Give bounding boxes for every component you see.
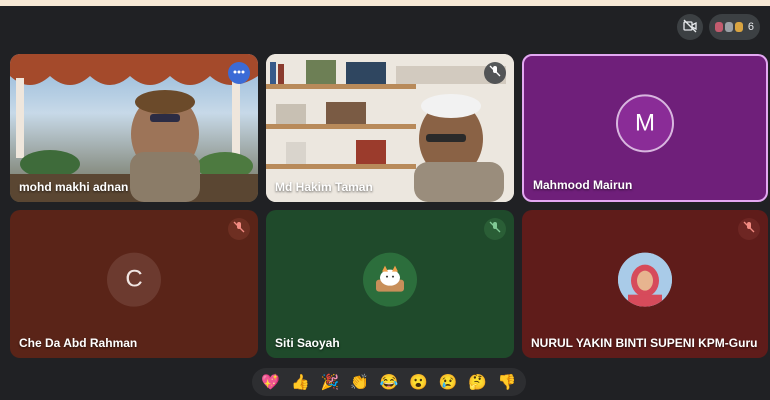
participant-tile[interactable]: M Mahmood Mairun — [522, 54, 768, 202]
avatar: M — [616, 94, 674, 153]
participant-tile[interactable]: Siti Saoyah — [266, 210, 514, 358]
reaction-surprised[interactable]: 😮 — [409, 375, 428, 390]
reaction-laugh[interactable]: 😂 — [380, 375, 399, 390]
audio-level-indicator — [228, 62, 250, 84]
mute-indicator — [738, 218, 760, 240]
participant-tile[interactable]: Md Hakim Taman — [266, 54, 514, 202]
mic-off-icon — [489, 220, 501, 238]
mute-indicator — [484, 218, 506, 240]
reaction-bar: 💖 👍 🎉 👏 😂 😮 😢 🤔 👎 — [252, 368, 526, 396]
reaction-heart[interactable]: 💖 — [261, 375, 280, 390]
participant-tile[interactable]: NURUL YAKIN BINTI SUPENI KPM-Guru — [522, 210, 768, 358]
participant-name: NURUL YAKIN BINTI SUPENI KPM-Guru — [531, 336, 758, 350]
camera-off-button[interactable] — [676, 14, 703, 40]
profile-photo — [618, 252, 672, 307]
mic-off-icon — [489, 64, 501, 82]
mute-indicator — [484, 62, 506, 84]
participant-name: Md Hakim Taman — [275, 180, 373, 194]
participant-name: Siti Saoyah — [275, 336, 340, 350]
avatar — [363, 252, 417, 307]
participants-button[interactable]: 6 — [708, 14, 760, 40]
reaction-party[interactable]: 🎉 — [321, 375, 340, 390]
participant-name: mohd makhi adnan — [19, 180, 129, 194]
cat-avatar-icon — [376, 265, 404, 292]
mute-indicator — [228, 218, 250, 240]
reaction-clap[interactable]: 👏 — [350, 375, 369, 390]
top-controls: 6 — [676, 14, 760, 40]
top-strip — [0, 0, 770, 6]
camera-off-icon — [683, 19, 697, 36]
participant-name: Che Da Abd Rahman — [19, 336, 138, 350]
reaction-thinking[interactable]: 🤔 — [468, 375, 487, 390]
participant-tile[interactable]: mohd makhi adnan — [10, 54, 258, 202]
participant-count: 6 — [747, 21, 754, 33]
mic-off-icon — [233, 220, 245, 238]
audio-level-icon — [233, 64, 245, 82]
mic-off-icon — [743, 220, 755, 238]
participant-tile[interactable]: C Che Da Abd Rahman — [10, 210, 258, 358]
participants-avatars-icon — [714, 22, 743, 32]
reaction-thumbs-down[interactable]: 👎 — [498, 375, 517, 390]
reaction-thumbs-up[interactable]: 👍 — [291, 375, 310, 390]
avatar — [618, 252, 672, 307]
avatar: C — [107, 252, 161, 307]
participant-name: Mahmood Mairun — [533, 178, 633, 192]
reaction-sad[interactable]: 😢 — [439, 375, 458, 390]
